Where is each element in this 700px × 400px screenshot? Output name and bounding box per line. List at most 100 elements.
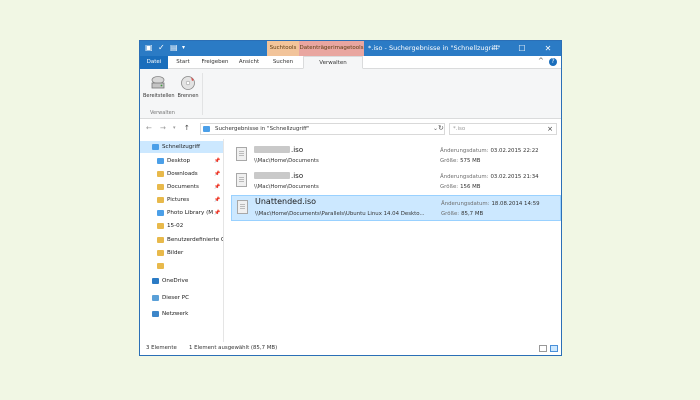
tab-verwalten[interactable]: Verwalten	[303, 56, 363, 69]
folder-icon	[157, 263, 164, 269]
new-folder-icon[interactable]: ▤	[170, 43, 178, 53]
pin-icon[interactable]: 📌	[214, 168, 220, 180]
modified-date: 03.02.2015 21:34	[490, 174, 539, 180]
title-bar: ▣ ✓ ▤ ▾ Suchtools Datenträgerimagetools …	[140, 41, 561, 56]
downloads-folder-icon	[157, 171, 164, 177]
size-label: Größe:	[440, 158, 459, 164]
search-input[interactable]: *.iso ×	[449, 123, 557, 135]
file-name: .iso	[254, 146, 303, 154]
explorer-window: ▣ ✓ ▤ ▾ Suchtools Datenträgerimagetools …	[139, 40, 562, 356]
status-bar: 3 Elemente 1 Element ausgewählt (85,7 MB…	[140, 342, 561, 355]
context-tab-suchtools: Suchtools	[267, 41, 299, 56]
quick-access-dropdown-icon[interactable]: ▾	[182, 43, 185, 53]
nav-item[interactable]: Documents 📌	[140, 181, 223, 193]
mount-label: Bereitstellen	[143, 93, 175, 99]
help-icon[interactable]: ?	[549, 58, 557, 66]
collapse-ribbon-icon[interactable]: ^	[538, 57, 544, 65]
file-name: .iso	[254, 172, 303, 180]
details-view-icon[interactable]	[539, 345, 547, 352]
disc-image-file-icon	[236, 147, 247, 161]
nav-item[interactable]: Downloads 📌	[140, 168, 223, 180]
modified-label: Änderungsdatum:	[440, 148, 489, 154]
file-path: \\Mac\Home\Documents	[254, 158, 319, 164]
pin-icon[interactable]: 📌	[214, 207, 220, 219]
tab-ansicht[interactable]: Ansicht	[235, 56, 263, 69]
nav-item[interactable]: Dieser PC	[140, 292, 223, 304]
tiles-view-icon[interactable]	[550, 345, 558, 352]
search-value: *.iso	[453, 126, 466, 132]
address-bar[interactable]: Suchergebnisse in "Schnellzugriff" ⌄	[200, 123, 445, 135]
nav-item-label: Benutzerdefinierte C	[167, 237, 223, 243]
context-tab-datentraegerimagetools: Datenträgerimagetools	[299, 41, 364, 56]
nav-item-label: Netzwerk	[162, 311, 189, 317]
nav-item[interactable]: 15-02	[140, 220, 223, 232]
file-path: \\Mac\Home\Documents\Parallels\Ubuntu Li…	[255, 211, 425, 217]
nav-item[interactable]: Schnellzugriff	[140, 141, 223, 153]
clear-search-icon[interactable]: ×	[547, 124, 553, 134]
disc-image-file-icon	[237, 200, 248, 214]
ribbon-tabs: Datei Start Freigeben Ansicht Suchen Ver…	[140, 56, 561, 69]
item-count: 3 Elemente	[146, 345, 177, 351]
file-row[interactable]: .iso \\Mac\Home\Documents Änderungsdatum: 0…	[231, 143, 561, 169]
refresh-icon[interactable]: ↻	[438, 124, 444, 132]
size-label: Größe:	[441, 211, 460, 217]
nav-item[interactable]: Photo Library (M 📌	[140, 207, 223, 219]
window-title: *.iso - Suchergebnisse in "Schnellzugrif…	[368, 44, 501, 52]
up-arrow-icon[interactable]: ↑	[184, 124, 190, 132]
desktop-folder-icon	[157, 158, 164, 164]
address-row: ← → ▾ ↑ Suchergebnisse in "Schnellzugrif…	[140, 121, 561, 137]
folder-icon	[157, 237, 164, 243]
mount-button[interactable]: Bereitstellen	[143, 75, 175, 99]
file-size: Größe: 575 MB	[440, 158, 480, 164]
photos-folder-icon	[157, 210, 164, 216]
redacted-name	[254, 172, 290, 179]
modified-label: Änderungsdatum:	[440, 174, 489, 180]
folder-icon	[157, 197, 164, 203]
file-name: Unattended.iso	[255, 197, 316, 206]
tab-suchen[interactable]: Suchen	[267, 56, 299, 69]
properties-icon[interactable]: ✓	[158, 43, 165, 53]
minimize-button[interactable]: —	[482, 41, 508, 56]
file-row[interactable]: Unattended.iso \\Mac\Home\Documents\Paral…	[231, 195, 561, 221]
star-icon	[152, 144, 159, 150]
recent-locations-icon[interactable]: ▾	[173, 125, 176, 131]
folder-icon	[157, 250, 164, 256]
tab-datei[interactable]: Datei	[140, 56, 168, 69]
nav-item[interactable]: Benutzerdefinierte C	[140, 234, 223, 246]
burn-label: Brennen	[177, 93, 199, 99]
tab-freigeben[interactable]: Freigeben	[198, 56, 232, 69]
nav-item-label: Photo Library (M	[167, 210, 214, 216]
pin-icon[interactable]: 📌	[214, 181, 220, 193]
ribbon-panel: Bereitstellen Brennen Verwalten	[140, 69, 561, 119]
disc-image-file-icon	[236, 173, 247, 187]
pin-icon[interactable]: 📌	[214, 155, 220, 167]
explorer-icon[interactable]: ▣	[145, 43, 153, 53]
ribbon-group-separator	[202, 73, 203, 115]
close-button[interactable]: ✕	[535, 41, 561, 56]
modified-date: 18.08.2014 14:59	[491, 201, 540, 207]
mount-drive-icon	[151, 76, 165, 89]
selection-info: 1 Element ausgewählt (85,7 MB)	[189, 345, 278, 351]
back-arrow-icon[interactable]: ←	[146, 124, 152, 132]
pin-icon[interactable]: 📌	[214, 194, 220, 206]
nav-item[interactable]: OneDrive	[140, 275, 223, 287]
nav-item[interactable]: Netzwerk	[140, 308, 223, 320]
file-row[interactable]: .iso \\Mac\Home\Documents Änderungsdatum: 0…	[231, 169, 561, 195]
tab-start[interactable]: Start	[171, 56, 195, 69]
file-name-text: .iso	[291, 146, 304, 154]
maximize-button[interactable]: ☐	[509, 41, 535, 56]
burn-button[interactable]: Brennen	[173, 75, 203, 99]
nav-item-label: Downloads	[167, 171, 198, 177]
nav-item[interactable]: Bilder	[140, 247, 223, 259]
file-size: Größe: 85,7 MB	[441, 211, 483, 217]
forward-arrow-icon[interactable]: →	[160, 124, 166, 132]
file-modified: Änderungsdatum: 18.08.2014 14:59	[441, 201, 540, 207]
nav-item[interactable]: Desktop 📌	[140, 155, 223, 167]
network-icon	[152, 311, 159, 317]
folder-icon	[157, 184, 164, 190]
nav-item[interactable]	[140, 260, 223, 272]
nav-item-label: 15-02	[167, 223, 184, 229]
cloud-icon	[152, 278, 159, 284]
size-value: 85,7 MB	[461, 211, 484, 217]
nav-item[interactable]: Pictures 📌	[140, 194, 223, 206]
